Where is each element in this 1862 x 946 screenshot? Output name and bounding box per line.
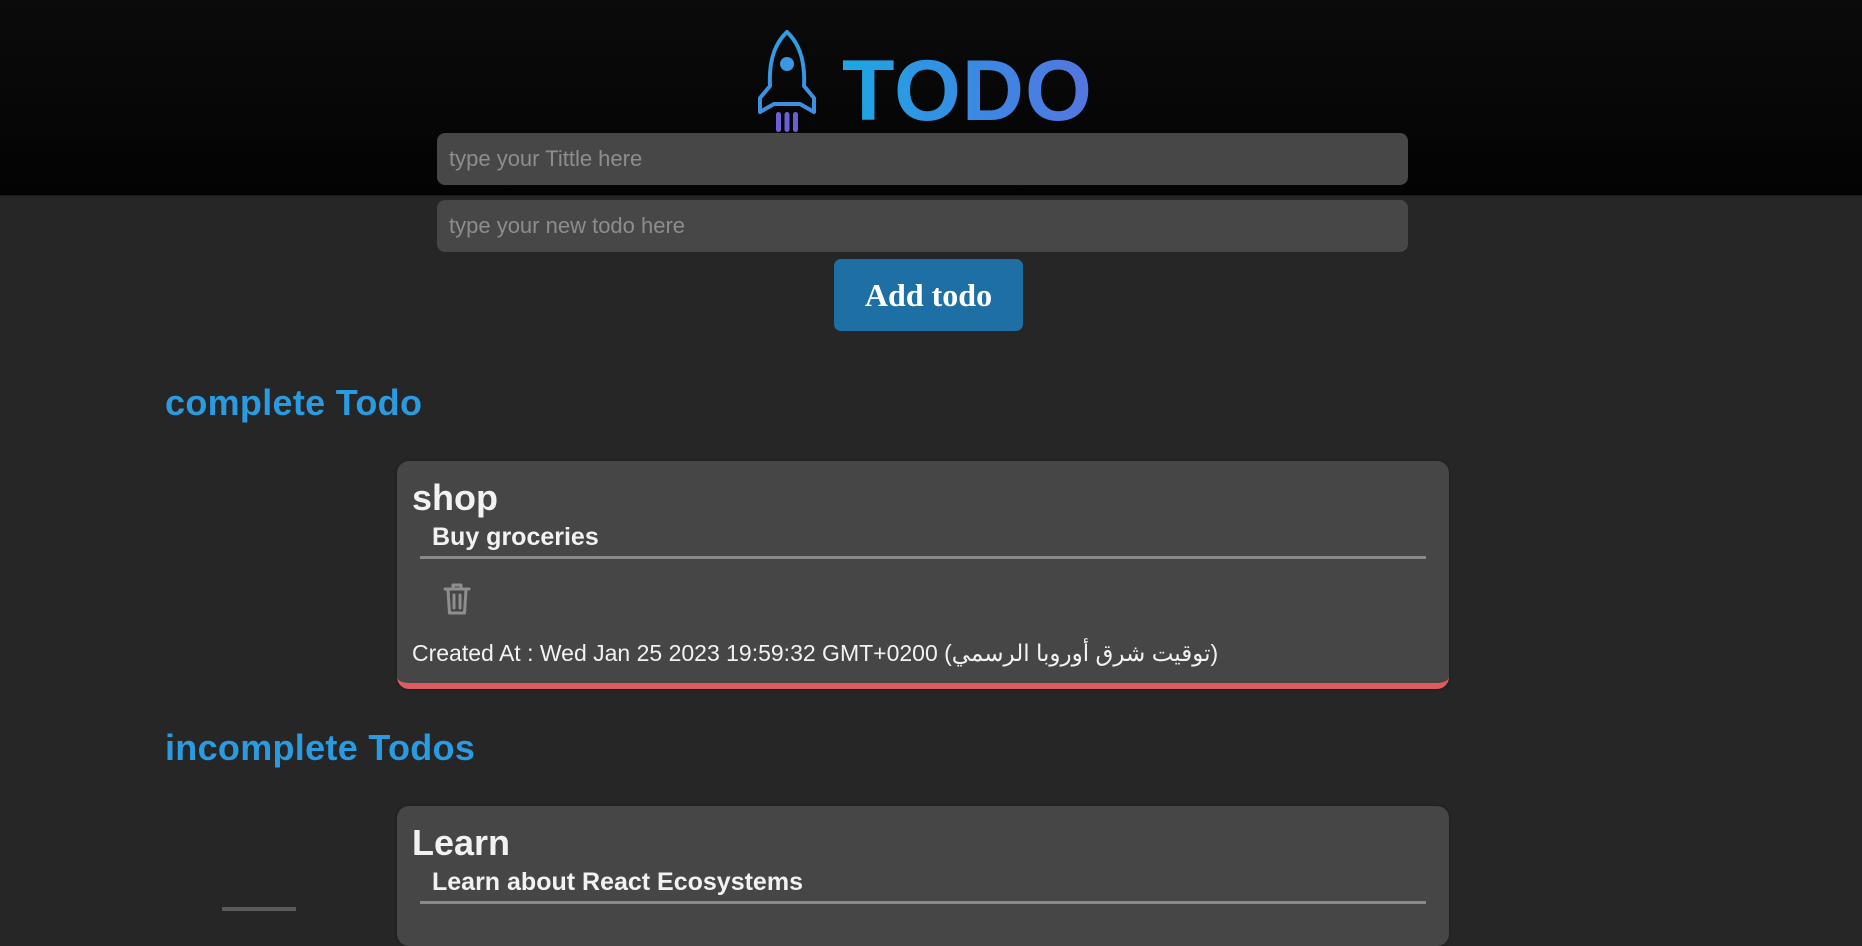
title-input[interactable] (437, 133, 1408, 185)
incomplete-section-heading: incomplete Todos (165, 727, 476, 768)
delete-button[interactable] (441, 581, 473, 617)
add-todo-button[interactable]: Add todo (834, 259, 1023, 331)
trash-icon (443, 583, 471, 615)
app-brand: TODO (752, 28, 1093, 134)
created-at-value: Wed Jan 25 2023 19:59:32 GMT+0200 (توقيت… (539, 640, 1219, 666)
complete-section-heading: complete Todo (165, 382, 423, 423)
created-at-text: Created At : Wed Jan 25 2023 19:59:32 GM… (412, 640, 1218, 667)
todo-card: Learn Learn about React Ecosystems (397, 806, 1449, 946)
todo-description: Learn about React Ecosystems (420, 868, 1426, 904)
partially-visible-control (222, 907, 296, 911)
todo-title: shop (412, 477, 498, 518)
rocket-icon (758, 30, 816, 132)
todo-description: Buy groceries (420, 523, 1426, 559)
app-title: TODO (842, 43, 1093, 139)
created-at-label: Created At : (412, 640, 540, 666)
todo-title: Learn (412, 822, 511, 863)
todo-input[interactable] (437, 200, 1408, 252)
todo-card: shop Buy groceries Created At : Wed Jan … (397, 461, 1449, 689)
